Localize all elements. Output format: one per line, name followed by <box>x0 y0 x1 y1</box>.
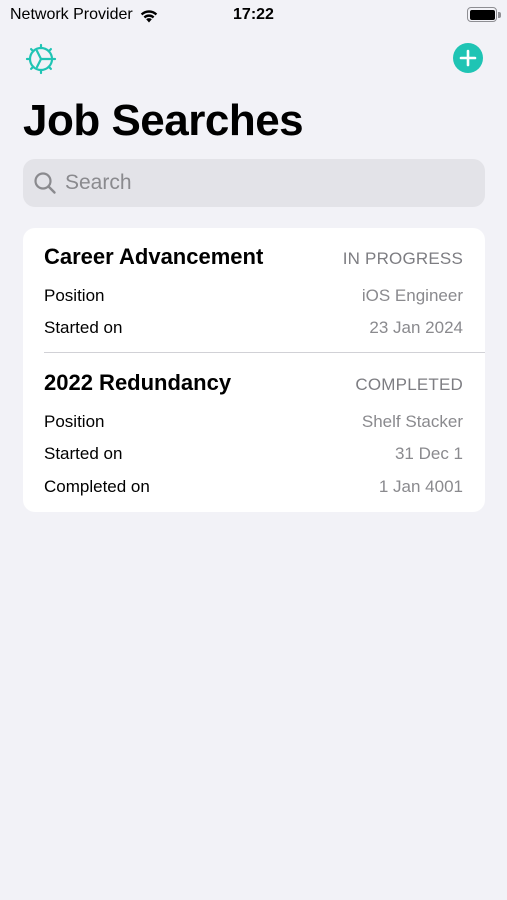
row-value: 23 Jan 2024 <box>369 318 463 337</box>
search-bar[interactable] <box>23 159 485 207</box>
add-job-search-button[interactable] <box>453 43 483 73</box>
status-time: 17:22 <box>233 6 274 23</box>
detail-row: Started on 23 Jan 2024 <box>44 318 463 338</box>
list-item[interactable]: 2022 Redundancy COMPLETED Position Shelf… <box>23 353 485 512</box>
item-title: 2022 Redundancy <box>44 370 232 395</box>
row-value: 1 Jan 4001 <box>378 477 463 496</box>
search-input[interactable] <box>65 159 465 207</box>
screen: Network Provider 17:22 Job Searches Sear… <box>0 0 507 900</box>
item-header: Career Advancement IN PROGRESS <box>44 244 463 270</box>
plus-circle-icon <box>459 49 477 67</box>
settings-button[interactable] <box>24 42 58 76</box>
status-badge: IN PROGRESS <box>342 249 463 268</box>
detail-row: Started on 31 Dec 1 <box>44 444 463 464</box>
row-value: 31 Dec 1 <box>394 444 463 463</box>
item-header: 2022 Redundancy COMPLETED <box>44 370 463 396</box>
status-bar: Network Provider 17:22 <box>0 0 507 32</box>
timer-gear-icon <box>25 43 57 75</box>
detail-row: Position Shelf Stacker <box>44 412 463 432</box>
row-label: Started on <box>44 444 123 463</box>
search-icon <box>34 172 56 194</box>
status-badge: COMPLETED <box>355 375 463 394</box>
item-title: Career Advancement <box>44 244 264 269</box>
battery-icon <box>467 7 497 22</box>
row-label: Position <box>44 286 105 305</box>
job-search-list: Career Advancement IN PROGRESS Position … <box>23 228 485 512</box>
row-label: Position <box>44 412 105 431</box>
row-label: Started on <box>44 318 123 337</box>
list-item[interactable]: Career Advancement IN PROGRESS Position … <box>23 228 485 353</box>
page-title: Job Searches <box>23 96 304 145</box>
battery-fill <box>469 9 495 20</box>
detail-row: Completed on 1 Jan 4001 <box>44 477 463 497</box>
row-value: iOS Engineer <box>361 286 463 305</box>
detail-row: Position iOS Engineer <box>44 286 463 306</box>
battery-nub <box>498 12 501 18</box>
row-value: Shelf Stacker <box>361 412 463 431</box>
row-label: Completed on <box>44 477 150 496</box>
